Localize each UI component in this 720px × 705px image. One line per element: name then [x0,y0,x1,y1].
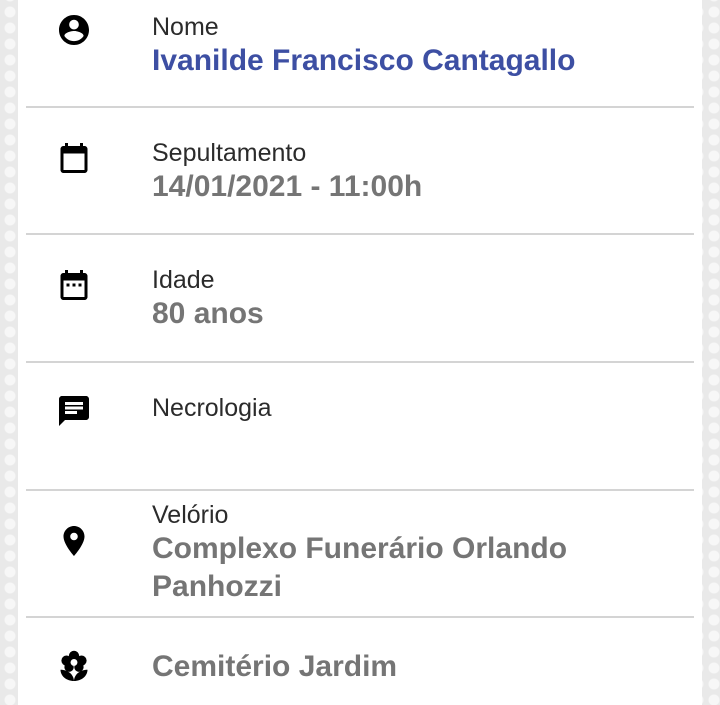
field-velorio: Velório Complexo Funerário Orlando Panho… [18,491,702,616]
age-value: 80 anos [152,297,264,330]
field-idade: Idade 80 anos [18,235,702,361]
field-label: Sepultamento [152,139,307,167]
wake-location: Complexo Funerário Orlando Panhozzi [152,532,568,603]
flower-icon [56,648,92,684]
deceased-name: Ivanilde Francisco Cantagallo [152,44,576,77]
message-icon [56,393,92,429]
details-card: Nome Ivanilde Francisco Cantagallo Sepul… [18,0,702,705]
field-label: Idade [152,266,215,294]
account-circle-icon [56,12,92,48]
field-nome: Nome Ivanilde Francisco Cantagallo [18,0,702,107]
location-pin-icon [56,523,92,559]
field-label: Nome [152,13,219,41]
field-sepultamento: Sepultamento 14/01/2021 - 11:00h [18,108,702,234]
cemetery-name: Cemitério Jardim [152,650,398,683]
field-label: Necrologia [152,394,272,422]
burial-datetime: 14/01/2021 - 11:00h [152,170,423,203]
calendar-dots-icon [56,267,92,303]
field-cemiterio: Cemitério Jardim [18,618,702,705]
field-necrologia[interactable]: Necrologia [18,363,702,489]
field-label: Velório [152,501,229,529]
calendar-icon [56,140,92,176]
